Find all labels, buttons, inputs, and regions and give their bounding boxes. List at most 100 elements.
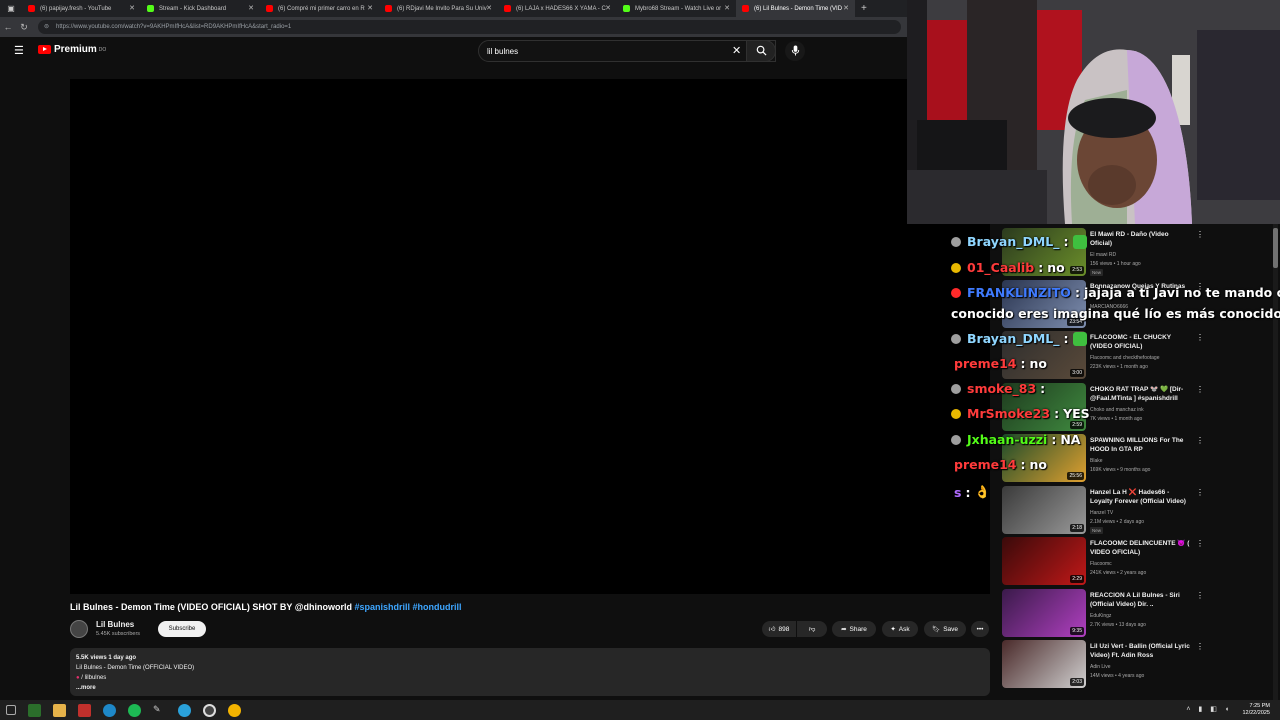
browser-tab[interactable]: (6) Compré mi primer carro en R ✕ (260, 0, 379, 17)
share-button[interactable]: ➦ Share (832, 621, 876, 637)
browser-tab[interactable]: (6) Lil Bulnes - Demon Time (VID ✕ (736, 0, 855, 17)
back-icon[interactable]: ← (0, 22, 16, 32)
new-tab-button[interactable]: + (861, 3, 867, 14)
pen-tool-icon[interactable]: ✎ (153, 704, 166, 717)
logo-country: DO (98, 46, 107, 53)
windows-start-icon[interactable] (6, 705, 16, 715)
youtube-premium-logo[interactable]: Premium DO (38, 44, 106, 55)
window-menu-icon[interactable]: ▣ (0, 4, 22, 13)
like-button[interactable]: 👍︎ 898 (762, 621, 796, 637)
recommended-video[interactable]: 9:35 REACCION A Lil Bulnes - Siri (Offici… (1002, 587, 1272, 639)
voice-search-button[interactable] (785, 41, 805, 61)
recommended-views: 241K views • 2 years ago (1090, 570, 1147, 576)
like-count: 898 (778, 625, 790, 633)
chat-message: Brayan_DML_: (951, 331, 1087, 346)
search-button[interactable] (746, 40, 776, 62)
site-info-icon[interactable]: ⊜ (44, 20, 49, 34)
video-thumbnail[interactable]: 2:29 (1002, 537, 1086, 585)
tab-favicon-icon (147, 5, 154, 12)
system-tray-clock[interactable]: 7:25 PM 12/22/2025 (1242, 703, 1270, 717)
chat-username: smoke_83 (967, 381, 1037, 396)
chat-message: preme14: no (954, 356, 1047, 371)
tab-title: (6) RDjavi Me Invito Para Su Univ (397, 5, 487, 12)
windows-taskbar: ✎ 7:25 PM 12/22/2025 ˄ ▮ ◧ ◖ (0, 700, 1280, 720)
instagram-icon: ● (76, 675, 80, 681)
chat-separator: : (1040, 381, 1046, 396)
recommended-channel[interactable]: EduKingz (1090, 612, 1198, 621)
menu-icon[interactable]: ☰ (14, 44, 26, 57)
more-vertical-icon[interactable]: ⋮ (1196, 591, 1204, 600)
sparkle-icon: ✦ (890, 626, 896, 633)
more-actions-button[interactable]: ••• (971, 621, 989, 637)
more-vertical-icon[interactable]: ⋮ (1196, 642, 1204, 651)
browser-tab[interactable]: Stream - Kick Dashboard ✕ (141, 0, 260, 17)
tab-favicon-icon (28, 5, 35, 12)
reload-icon[interactable]: ↻ (16, 22, 32, 33)
terminal-icon[interactable] (28, 703, 41, 717)
recommended-channel[interactable]: Flacoomc (1090, 560, 1198, 569)
save-button[interactable]: 🔖︎ Save (924, 621, 966, 637)
recommended-title[interactable]: Lil Uzi Vert - Ballin (Official Lyric Vi… (1090, 642, 1190, 660)
close-tab-icon[interactable]: ✕ (724, 4, 730, 12)
video-thumbnail[interactable]: 9:35 (1002, 588, 1086, 637)
chat-username: Brayan_DML_ (967, 234, 1060, 249)
video-hashtags[interactable]: #spanishdrill #hondudrill (354, 602, 461, 612)
ask-label: Ask (898, 625, 910, 633)
channel-avatar[interactable] (70, 620, 88, 638)
browser-tab[interactable]: (6) RDjavi Me Invito Para Su Univ ✕ (379, 0, 498, 17)
chat-separator: : (1063, 331, 1069, 346)
chat-badge-icon (951, 408, 961, 419)
chat-separator: : (1038, 260, 1044, 275)
close-tab-icon[interactable]: ✕ (486, 4, 492, 12)
description-stats: 5.5K views 1 day ago (76, 655, 137, 661)
recommended-video[interactable]: 2:29 FLACOOMC DELINCUENTE 😈 ( VIDEO OFICI… (1002, 535, 1272, 587)
chat-message: MrSmoke23: YES (951, 406, 1090, 421)
app-red-icon[interactable] (78, 703, 91, 717)
thumbs-down-icon: 👎︎ (808, 626, 816, 633)
chrome-icon[interactable] (228, 703, 241, 717)
show-more-link[interactable]: ...more (76, 683, 984, 693)
video-thumbnail[interactable]: 2:03 (1002, 640, 1086, 688)
description-social-link[interactable]: ● / lilbulnes (76, 673, 984, 683)
clock-time: 7:25 PM (1249, 703, 1270, 709)
microphone-icon (791, 45, 799, 56)
browser-tab[interactable]: Mybro68 Stream - Watch Live or ✕ (617, 0, 736, 17)
recommended-title[interactable]: FLACOOMC DELINCUENTE 😈 ( VIDEO OFICIAL) (1090, 539, 1190, 557)
recommended-meta: Hanzel TV 2.1M views • 2 days ago New (1090, 509, 1198, 536)
edge-browser-icon[interactable] (103, 703, 116, 717)
chat-text: no (1029, 457, 1048, 472)
browser-tab[interactable]: (6) papijay.fresh - YouTube ✕ (22, 0, 141, 17)
video-player[interactable] (70, 79, 907, 594)
tray-icons[interactable]: ˄ ▮ ◧ ◖ (1186, 705, 1232, 713)
tab-title: Mybro68 Stream - Watch Live or (635, 5, 722, 12)
url-field[interactable]: ⊜ https://www.youtube.com/watch?v=9AKHPm… (38, 20, 901, 34)
close-tab-icon[interactable]: ✕ (248, 4, 254, 12)
ask-button[interactable]: ✦ Ask (882, 621, 918, 637)
close-tab-icon[interactable]: ✕ (605, 4, 611, 12)
channel-name[interactable]: Lil Bulnes (96, 620, 134, 629)
clear-search-icon[interactable]: ✕ (732, 44, 741, 57)
url-text: https://www.youtube.com/watch?v=9AKHPmIf… (56, 24, 292, 30)
telegram-icon[interactable] (178, 703, 191, 717)
dislike-button[interactable]: 👎︎ (797, 621, 827, 637)
chat-badge-icon (951, 236, 961, 247)
close-tab-icon[interactable]: ✕ (367, 4, 373, 12)
video-description[interactable]: 5.5K views 1 day ago Lil Bulnes - Demon … (70, 648, 990, 696)
recommended-video[interactable]: 2:03 Lil Uzi Vert - Ballin (Official Lyri… (1002, 638, 1272, 690)
close-tab-icon[interactable]: ✕ (129, 4, 135, 12)
subscribe-button[interactable]: Subscribe (158, 621, 206, 637)
close-tab-icon[interactable]: ✕ (843, 4, 849, 12)
tab-title: (6) Lil Bulnes - Demon Time (VID (754, 5, 843, 12)
recommended-title[interactable]: REACCION A Lil Bulnes - Siri (Official V… (1090, 591, 1190, 609)
obs-icon[interactable] (203, 703, 216, 717)
browser-tab-bar: ▣ (6) papijay.fresh - YouTube ✕ Stream - K… (0, 0, 907, 17)
tab-favicon-icon (623, 5, 630, 12)
recommended-channel[interactable]: Adin Live (1090, 663, 1198, 672)
more-vertical-icon[interactable]: ⋮ (1196, 539, 1204, 548)
webcam-image (907, 0, 1280, 224)
recommended-channel[interactable]: Hanzel TV (1090, 509, 1198, 518)
chat-username: s (954, 484, 962, 500)
browser-tab[interactable]: (6) LAJA x HADES66 X YAMA - C ✕ (498, 0, 617, 17)
file-explorer-icon[interactable] (53, 703, 66, 717)
spotify-icon[interactable] (128, 703, 141, 717)
